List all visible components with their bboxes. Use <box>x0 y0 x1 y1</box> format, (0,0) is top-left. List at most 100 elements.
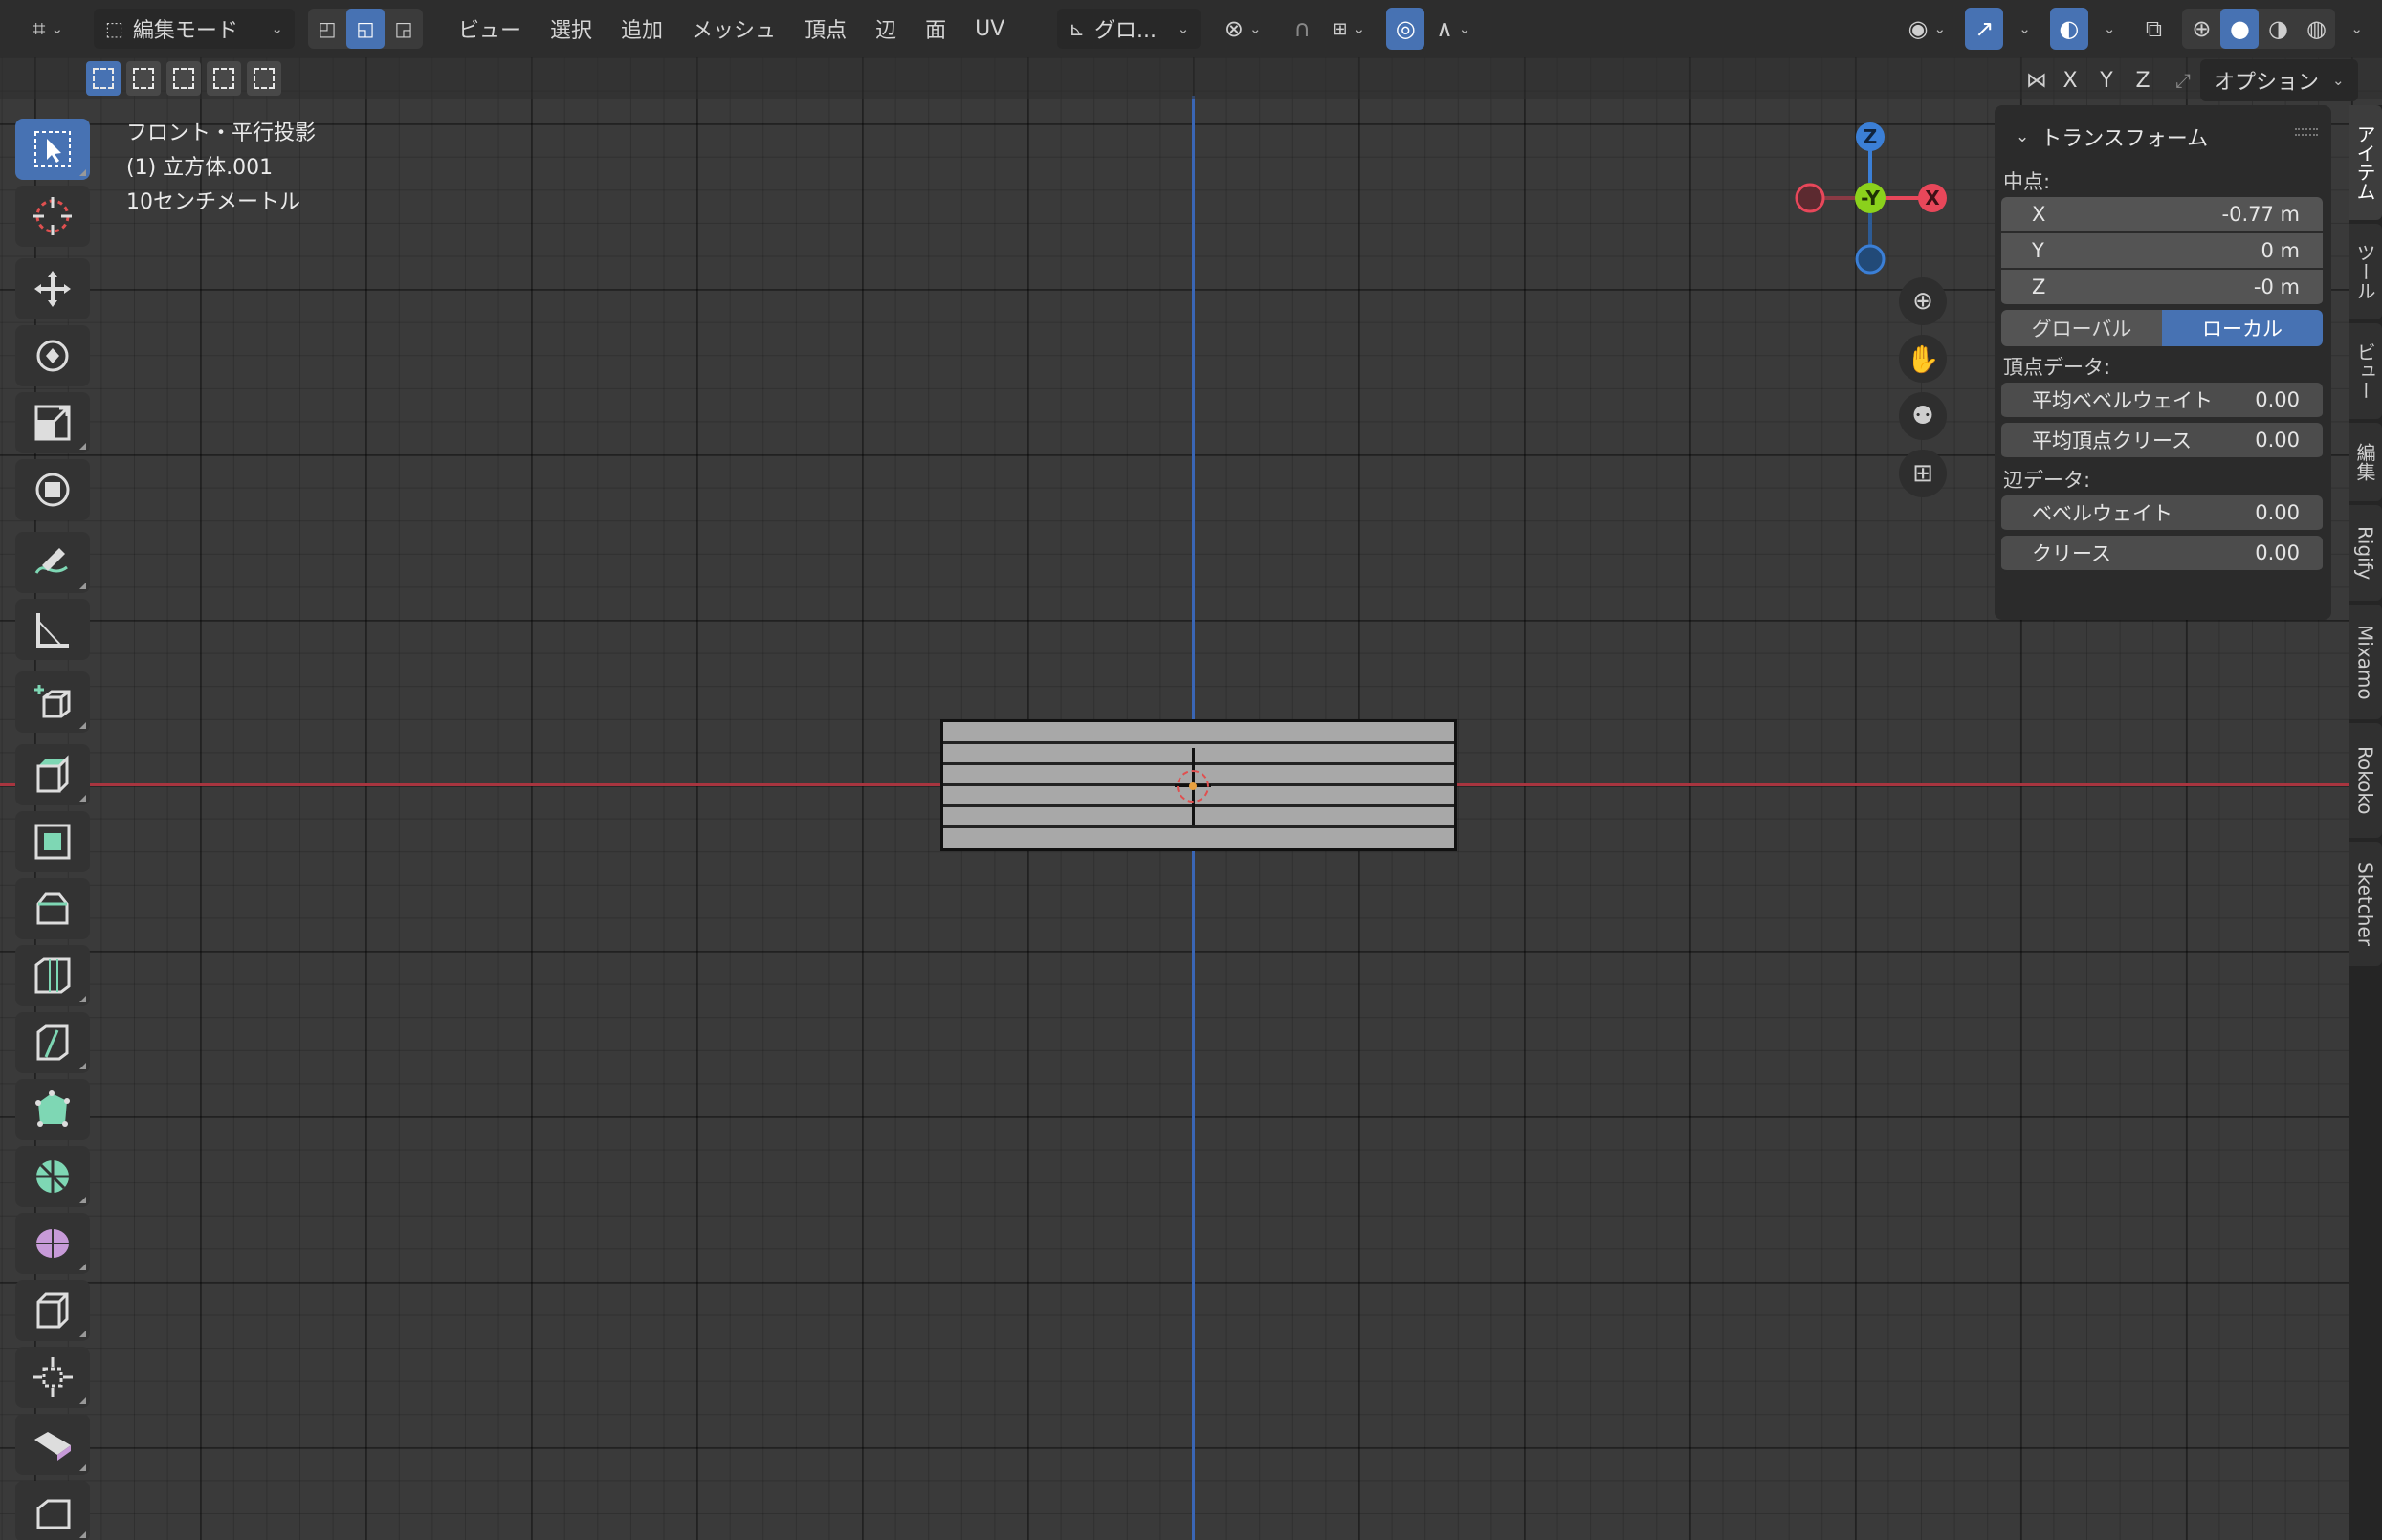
tab-mixamo[interactable]: Mixamo <box>2349 605 2382 719</box>
mesh-edge[interactable] <box>943 825 1454 828</box>
chevron-down-icon[interactable]: ⌄ <box>2350 20 2363 37</box>
knife-tool[interactable] <box>15 1012 90 1073</box>
loop-cut-tool[interactable] <box>15 945 90 1006</box>
bevel-tool[interactable] <box>15 878 90 939</box>
menu-edge[interactable]: 辺 <box>861 8 911 50</box>
zoom-button[interactable]: ⊕ <box>1899 277 1947 325</box>
smooth-tool[interactable] <box>15 1213 90 1274</box>
mesh-edge[interactable] <box>943 762 1454 765</box>
move-tool[interactable] <box>15 258 90 319</box>
visibility-button[interactable]: ◉ ⌄ <box>1898 8 1955 50</box>
menu-uv[interactable]: UV <box>960 8 1019 50</box>
rip-tool[interactable] <box>15 1481 90 1540</box>
median-x-field[interactable]: X -0.77 m <box>2001 197 2323 233</box>
crease-value: 0.00 <box>2255 541 2300 564</box>
menu-vertex[interactable]: 頂点 <box>790 8 861 50</box>
object-origin <box>1189 782 1197 790</box>
gizmo-neg-z-axis[interactable] <box>1855 244 1886 275</box>
measure-tool[interactable] <box>15 599 90 660</box>
select-box-tool[interactable] <box>15 119 90 180</box>
bevel-weight-field[interactable]: ベベルウェイト 0.00 <box>2001 495 2323 532</box>
menu-mesh[interactable]: メッシュ <box>677 8 790 50</box>
extrude-tool[interactable] <box>15 744 90 805</box>
pan-button[interactable]: ✋ <box>1899 335 1947 383</box>
local-button[interactable]: ローカル <box>2162 310 2323 346</box>
select-invert-button[interactable] <box>207 61 241 96</box>
auto-merge-icon[interactable]: ⤢ <box>2175 69 2191 92</box>
tab-rokoko[interactable]: Rokoko <box>2349 723 2382 838</box>
gizmo-neg-x-axis[interactable] <box>1795 183 1825 213</box>
annotate-tool[interactable] <box>15 532 90 593</box>
median-z-field[interactable]: Z -0 m <box>2001 270 2323 306</box>
inset-tool[interactable] <box>15 811 90 872</box>
tab-sketcher[interactable]: Sketcher <box>2349 842 2382 966</box>
median-y-field[interactable]: Y 0 m <box>2001 233 2323 270</box>
wireframe-shading-button[interactable]: ⊕ <box>2182 9 2220 49</box>
spin-tool[interactable] <box>15 1146 90 1207</box>
shear-tool[interactable] <box>15 1414 90 1475</box>
xray-toggle[interactable]: ⧉ <box>2134 8 2172 50</box>
gizmo-toggle[interactable]: ↗ <box>1965 8 2004 50</box>
add-cube-tool[interactable] <box>15 671 90 733</box>
crease-field[interactable]: クリース 0.00 <box>2001 536 2323 572</box>
select-extend-button[interactable] <box>126 61 161 96</box>
perspective-toggle-button[interactable]: ⊞ <box>1899 450 1947 497</box>
menu-select[interactable]: 選択 <box>536 8 607 50</box>
shrink-fatten-tool[interactable] <box>15 1347 90 1408</box>
select-intersect-button[interactable] <box>247 61 281 96</box>
tab-view[interactable]: ビュー <box>2349 323 2382 419</box>
vertex-select-button[interactable]: ◰ <box>308 9 346 49</box>
axis-z-toggle[interactable]: Z <box>2129 69 2156 93</box>
cursor-tool[interactable] <box>15 186 90 247</box>
options-dropdown[interactable]: オプション ⌄ <box>2200 59 2358 101</box>
select-new-button[interactable] <box>86 61 121 96</box>
snap-toggle[interactable]: ∩ <box>1281 8 1323 50</box>
edge-slide-tool[interactable] <box>15 1280 90 1341</box>
tab-item[interactable]: アイテム <box>2349 105 2382 220</box>
mode-dropdown[interactable]: ⬚ 編集モード ⌄ <box>94 9 295 49</box>
transform-tool[interactable] <box>15 459 90 520</box>
view-navigation-buttons: ⊕ ✋ ⚉ ⊞ <box>1899 277 1947 507</box>
mesh-edge[interactable] <box>943 741 1454 744</box>
mean-vertex-crease-field[interactable]: 平均頂点クリース 0.00 <box>2001 423 2323 459</box>
menu-face[interactable]: 面 <box>911 8 960 50</box>
axis-x-toggle[interactable]: X <box>2057 69 2084 93</box>
pivot-icon: ⊗ <box>1224 15 1245 42</box>
menu-view[interactable]: ビュー <box>444 8 536 50</box>
select-subtract-button[interactable] <box>166 61 201 96</box>
tab-rigify[interactable]: Rigify <box>2349 505 2382 601</box>
chevron-down-icon[interactable]: ⌄ <box>2104 20 2116 37</box>
sidebar-tabs: アイテム ツール ビュー 編集 Rigify Mixamo Rokoko Ske… <box>2349 105 2382 1540</box>
mesh-edge[interactable] <box>943 804 1454 807</box>
poly-build-tool[interactable] <box>15 1079 90 1140</box>
global-button[interactable]: グローバル <box>2001 310 2162 346</box>
drag-handle-icon[interactable] <box>2295 128 2318 136</box>
solid-shading-button[interactable]: ● <box>2220 9 2260 49</box>
editor-type-button[interactable]: ⌗ ⌄ <box>19 8 77 50</box>
tab-tool[interactable]: ツール <box>2349 224 2382 319</box>
transform-orientation-label: グロ... <box>1094 19 1158 43</box>
menu-add[interactable]: 追加 <box>607 8 677 50</box>
proportional-edit-icon: ◎ <box>1395 15 1416 42</box>
scale-tool[interactable] <box>15 392 90 453</box>
edge-select-button[interactable]: ◱ <box>346 9 385 49</box>
face-select-button[interactable]: ◲ <box>385 9 423 49</box>
falloff-button[interactable]: ∧ ⌄ <box>1424 8 1482 50</box>
rip-icon <box>36 1499 71 1529</box>
navigation-gizmo[interactable]: Z X -Y <box>1779 122 1952 275</box>
snap-target-button[interactable]: ⊞ ⌄ <box>1323 8 1375 50</box>
proportional-editing-toggle[interactable]: ◎ <box>1386 8 1425 50</box>
transform-orientation-dropdown[interactable]: ⊾ グロ... ⌄ <box>1057 9 1202 49</box>
mean-bevel-weight-field[interactable]: 平均ベベルウェイト 0.00 <box>2001 383 2323 419</box>
overlay-toggle[interactable]: ◐ <box>2049 8 2088 50</box>
tab-edit[interactable]: 編集 <box>2349 423 2382 501</box>
transform-panel-header[interactable]: ⌄ トランスフォーム <box>1995 113 2331 161</box>
rotate-tool[interactable] <box>15 325 90 386</box>
chevron-down-icon[interactable]: ⌄ <box>2018 20 2031 37</box>
camera-view-button[interactable]: ⚉ <box>1899 392 1947 440</box>
edge-select-icon: ◱ <box>356 17 375 40</box>
pivot-point-button[interactable]: ⊗ ⌄ <box>1212 8 1273 50</box>
axis-y-toggle[interactable]: Y <box>2093 69 2120 93</box>
rendered-shading-button[interactable]: ◍ <box>2297 9 2335 49</box>
material-shading-button[interactable]: ◑ <box>2259 9 2297 49</box>
